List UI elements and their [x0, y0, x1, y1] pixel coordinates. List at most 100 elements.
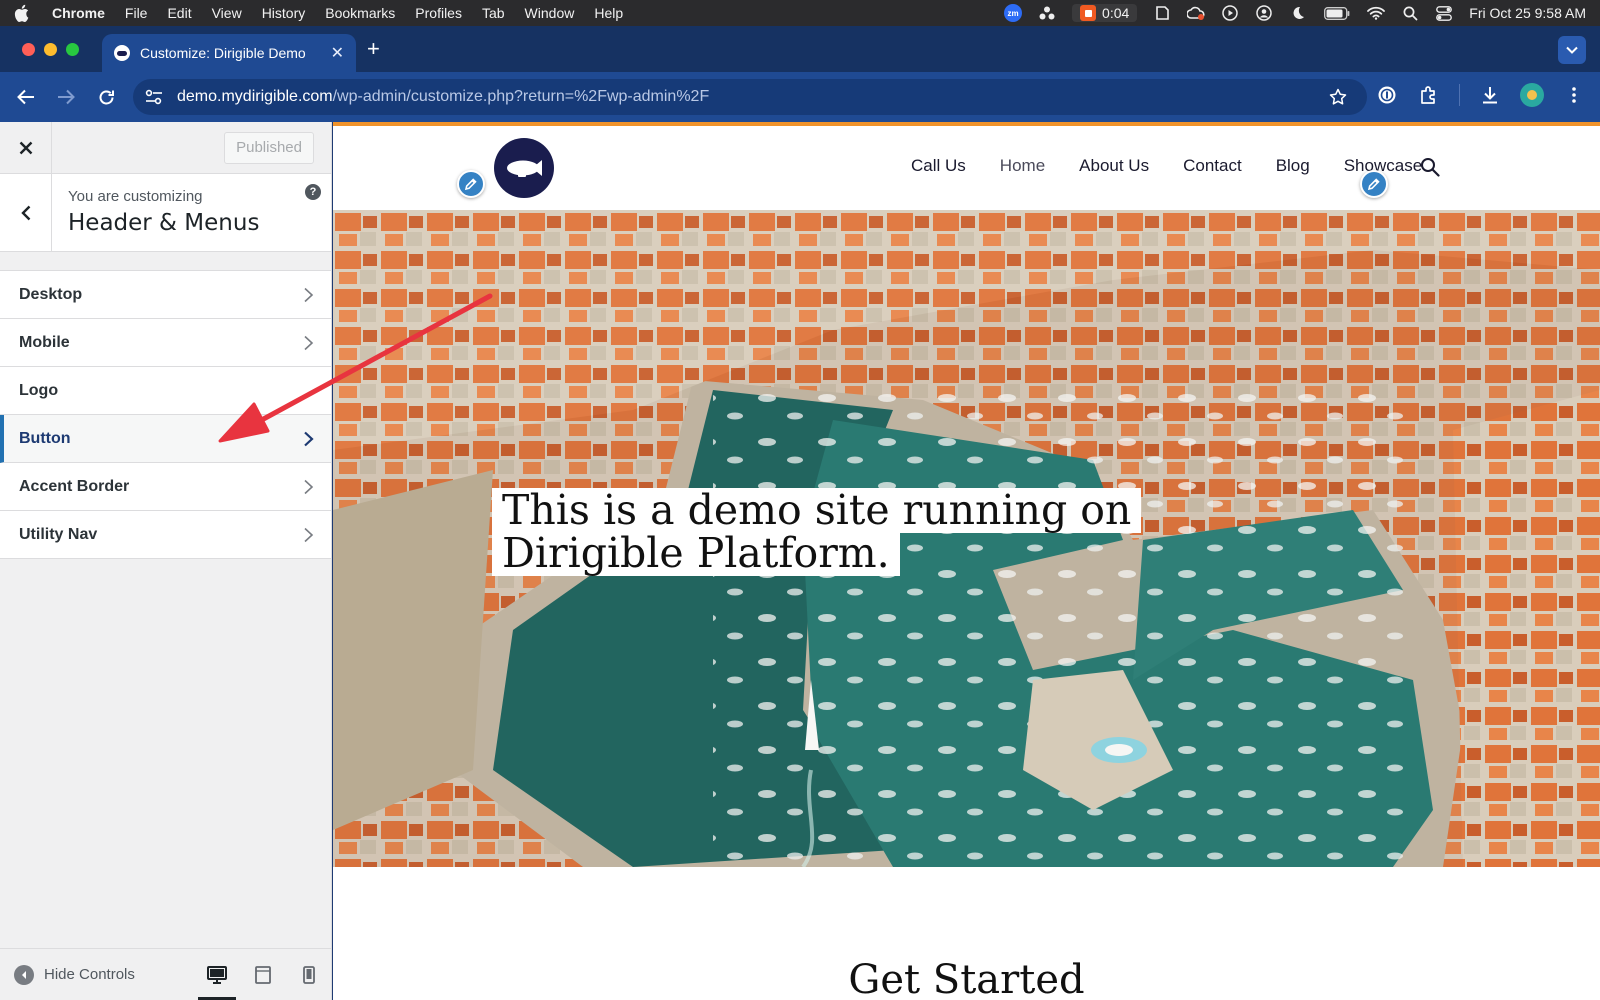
edit-menu-shortcut-button[interactable] — [1360, 170, 1388, 198]
menu-bookmarks[interactable]: Bookmarks — [325, 5, 395, 21]
forward-button[interactable] — [52, 83, 80, 111]
url-path: /wp-admin/customize.php?return=%2Fwp-adm… — [332, 88, 710, 105]
creative-cloud-icon[interactable] — [1187, 5, 1205, 21]
menu-edit[interactable]: Edit — [167, 5, 191, 21]
customizer-section-header: You are customizing Header & Menus ? — [0, 174, 331, 252]
section-item-label: Logo — [19, 381, 59, 399]
close-customizer-button[interactable] — [0, 121, 52, 174]
menu-history[interactable]: History — [262, 5, 306, 21]
close-tab-icon[interactable]: ✕ — [331, 43, 344, 63]
customizer-title: You are customizing Header & Menus — [52, 174, 259, 251]
chevron-right-icon — [304, 527, 314, 543]
section-item-logo[interactable]: Logo — [0, 367, 331, 415]
menu-window[interactable]: Window — [525, 5, 575, 21]
apple-icon[interactable] — [14, 4, 30, 22]
record-icon — [1080, 5, 1097, 21]
address-bar[interactable]: demo.mydirigible.com/wp-admin/customize.… — [133, 79, 1367, 115]
mobile-preview-button[interactable] — [286, 949, 332, 1000]
menu-help[interactable]: Help — [594, 5, 623, 21]
tablet-icon — [255, 965, 271, 984]
customizer-sidebar: Published You are customizing Header & M… — [0, 121, 332, 1000]
tab-title: Customize: Dirigible Demo — [140, 45, 306, 61]
site-info-icon[interactable] — [145, 87, 165, 107]
section-item-utility-nav[interactable]: Utility Nav — [0, 511, 331, 559]
tablet-preview-button[interactable] — [240, 949, 286, 1000]
section-item-label: Mobile — [19, 333, 70, 351]
more-menu-icon[interactable] — [1562, 83, 1586, 107]
wifi-icon[interactable] — [1367, 5, 1386, 21]
nav-home[interactable]: Home — [1000, 156, 1045, 176]
menubar-clock[interactable]: Fri Oct 25 9:58 AM — [1469, 5, 1586, 21]
section-item-accent-border[interactable]: Accent Border — [0, 463, 331, 511]
hero-heading-line-1: This is a demo site running on — [492, 488, 1142, 533]
menu-app-name[interactable]: Chrome — [52, 5, 105, 21]
chevron-right-icon — [304, 479, 314, 495]
nav-about-us[interactable]: About Us — [1079, 156, 1149, 176]
publish-button[interactable]: Published — [224, 131, 314, 164]
zoom-window-button[interactable] — [66, 43, 79, 56]
spotlight-search-icon[interactable] — [1401, 5, 1419, 21]
customizer-header-actions: Published — [0, 121, 331, 174]
hero-heading-line-2: Dirigible Platform. — [492, 531, 900, 576]
close-icon — [19, 141, 32, 154]
section-item-mobile[interactable]: Mobile — [0, 319, 331, 367]
chevron-left-icon — [20, 205, 30, 221]
mobile-icon — [303, 965, 315, 984]
section-item-desktop[interactable]: Desktop — [0, 271, 331, 319]
user-circle-icon[interactable] — [1255, 5, 1273, 21]
nav-blog[interactable]: Blog — [1276, 156, 1310, 176]
moon-icon[interactable] — [1289, 5, 1307, 21]
menu-view[interactable]: View — [212, 5, 242, 21]
hide-controls-button[interactable]: Hide Controls — [44, 966, 135, 983]
recording-time: 0:04 — [1102, 5, 1130, 21]
close-window-button[interactable] — [22, 43, 35, 56]
active-browser-tab[interactable]: Customize: Dirigible Demo ✕ — [102, 34, 356, 72]
chevron-right-icon — [304, 287, 314, 303]
browser-tab-strip: Customize: Dirigible Demo ✕ + — [0, 26, 1600, 72]
extensions-icon[interactable] — [1417, 83, 1441, 107]
pencil-icon — [465, 178, 477, 190]
menu-profiles[interactable]: Profiles — [415, 5, 462, 21]
section-item-label: Button — [19, 429, 71, 447]
section-item-label: Desktop — [19, 285, 83, 303]
nav-call-us[interactable]: Call Us — [911, 156, 966, 176]
cluster-icon[interactable] — [1038, 5, 1056, 21]
desktop-preview-button[interactable] — [194, 949, 240, 1000]
zoom-status-icon[interactable]: zm — [1004, 4, 1023, 22]
hide-controls-icon[interactable] — [14, 964, 34, 985]
battery-icon[interactable] — [1323, 5, 1351, 21]
nav-contact[interactable]: Contact — [1183, 156, 1242, 176]
bookmark-star-icon[interactable] — [1329, 87, 1349, 107]
play-circle-icon[interactable] — [1221, 5, 1239, 21]
menu-file[interactable]: File — [125, 5, 148, 21]
arrow-right-icon — [58, 89, 75, 105]
password-manager-icon[interactable] — [1375, 83, 1399, 107]
menu-tab[interactable]: Tab — [482, 5, 505, 21]
macos-menu-bar: Chrome File Edit View History Bookmarks … — [0, 0, 1600, 26]
site-logo[interactable] — [494, 138, 554, 198]
site-preview-frame: Call Us Home About Us Contact Blog Showc… — [333, 122, 1600, 1000]
chevron-right-icon — [304, 335, 314, 351]
chevron-down-icon — [1566, 46, 1578, 54]
reload-button[interactable] — [92, 83, 120, 111]
browser-toolbar: demo.mydirigible.com/wp-admin/customize.… — [0, 72, 1600, 122]
site-search-icon[interactable] — [1420, 157, 1440, 177]
pencil-icon — [1368, 178, 1380, 190]
downloads-icon[interactable] — [1478, 83, 1502, 107]
chevron-right-icon — [304, 431, 314, 447]
profile-avatar-icon[interactable] — [1520, 83, 1544, 107]
device-preview-toggles — [194, 949, 332, 1000]
back-to-panels-button[interactable] — [0, 174, 52, 252]
screen-recording-indicator[interactable]: 0:04 — [1072, 4, 1138, 22]
section-title: Header & Menus — [68, 210, 260, 236]
tab-search-button[interactable] — [1558, 36, 1586, 64]
note-icon[interactable] — [1153, 5, 1171, 21]
back-button[interactable] — [12, 83, 40, 111]
hero-section: This is a demo site running on Dirigible… — [333, 210, 1600, 867]
minimize-window-button[interactable] — [44, 43, 57, 56]
help-icon[interactable]: ? — [305, 184, 321, 200]
new-tab-button[interactable]: + — [367, 38, 380, 60]
section-item-button[interactable]: Button — [0, 415, 331, 463]
control-center-icon[interactable] — [1435, 5, 1453, 21]
edit-logo-shortcut-button[interactable] — [457, 170, 485, 198]
